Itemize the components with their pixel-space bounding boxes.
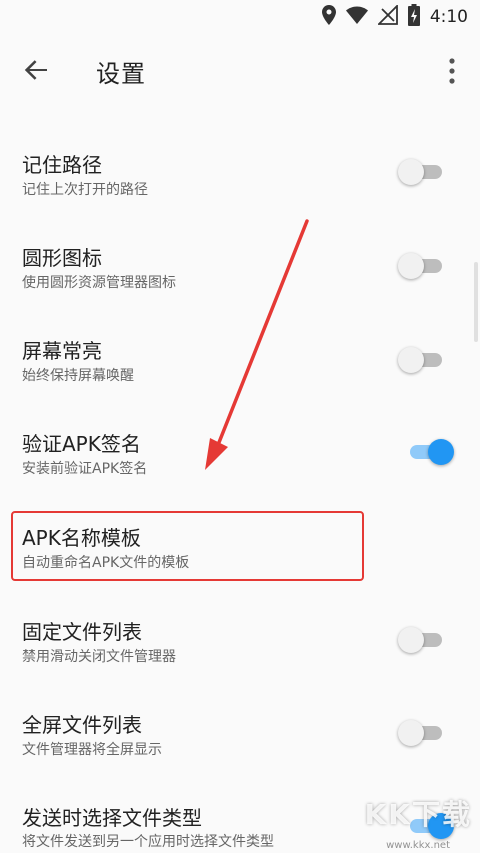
setting-title: 记住路径 bbox=[22, 153, 102, 177]
page-title: 设置 bbox=[96, 60, 146, 88]
pin-file-list-switch[interactable] bbox=[398, 627, 446, 653]
no-signal-icon bbox=[376, 3, 398, 29]
verify-apk-signature-switch[interactable] bbox=[406, 439, 454, 465]
scrollbar[interactable] bbox=[474, 262, 478, 342]
back-button[interactable] bbox=[18, 52, 54, 88]
battery-charging-icon bbox=[407, 4, 420, 30]
setting-keep-screen-on[interactable]: 屏幕常亮 始终保持屏幕唤醒 bbox=[0, 325, 480, 418]
status-time: 4:10 bbox=[429, 7, 468, 27]
setting-subtitle: 将文件发送到另一个应用时选择文件类型 bbox=[22, 834, 274, 850]
app-toolbar: 设置 bbox=[0, 34, 480, 106]
setting-round-icon[interactable]: 圆形图标 使用圆形资源管理器图标 bbox=[0, 232, 480, 325]
setting-subtitle: 禁用滑动关闭文件管理器 bbox=[22, 649, 176, 665]
keep-screen-on-switch[interactable] bbox=[398, 347, 446, 373]
status-bar: 4:10 bbox=[0, 0, 480, 34]
more-vert-icon bbox=[449, 58, 455, 84]
setting-subtitle: 使用圆形资源管理器图标 bbox=[22, 275, 176, 291]
setting-title: 屏幕常亮 bbox=[22, 339, 102, 363]
setting-subtitle: 始终保持屏幕唤醒 bbox=[22, 368, 134, 384]
setting-subtitle: 安装前验证APK签名 bbox=[22, 461, 148, 477]
arrow-back-icon bbox=[24, 60, 47, 80]
round-icon-switch[interactable] bbox=[398, 253, 446, 279]
setting-subtitle: 文件管理器将全屏显示 bbox=[22, 742, 162, 758]
setting-fullscreen-file-list[interactable]: 全屏文件列表 文件管理器将全屏显示 bbox=[0, 697, 480, 790]
remember-path-switch[interactable] bbox=[398, 159, 446, 185]
location-icon bbox=[321, 5, 336, 29]
setting-remember-path[interactable]: 记住路径 记住上次打开的路径 bbox=[0, 139, 480, 232]
setting-verify-apk-signature[interactable]: 验证APK签名 安装前验证APK签名 bbox=[0, 418, 480, 511]
annotation-highlight-box bbox=[11, 511, 364, 581]
setting-title: 全屏文件列表 bbox=[22, 713, 142, 737]
setting-title: 圆形图标 bbox=[22, 246, 102, 270]
setting-subtitle: 记住上次打开的路径 bbox=[22, 182, 148, 198]
setting-title: 固定文件列表 bbox=[22, 620, 142, 644]
setting-pin-file-list[interactable]: 固定文件列表 禁用滑动关闭文件管理器 bbox=[0, 604, 480, 697]
overflow-menu-button[interactable] bbox=[440, 54, 464, 88]
setting-title: 发送时选择文件类型 bbox=[22, 806, 202, 830]
wifi-icon bbox=[345, 6, 368, 28]
fullscreen-file-list-switch[interactable] bbox=[398, 720, 446, 746]
setting-title: 验证APK签名 bbox=[22, 432, 141, 456]
